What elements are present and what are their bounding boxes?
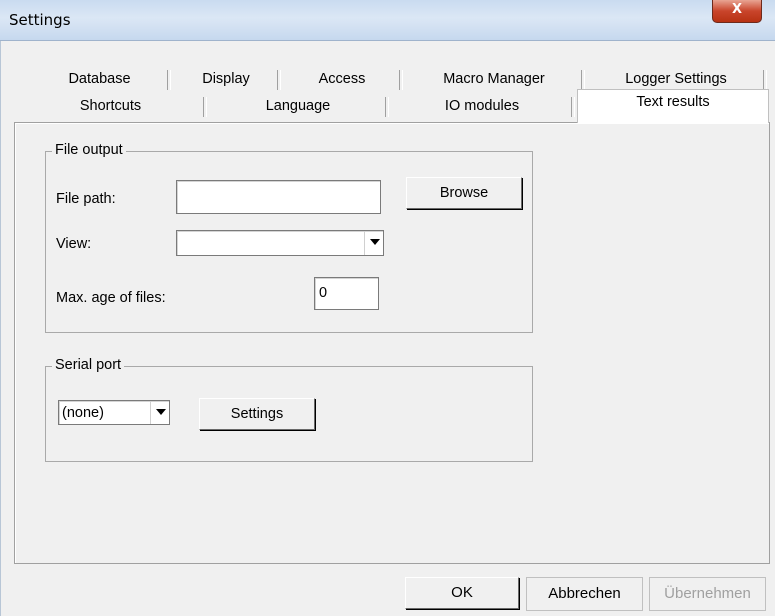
file-path-label: File path: — [56, 191, 116, 207]
dropdown-button[interactable] — [150, 401, 169, 424]
tab-shortcuts[interactable]: Shortcuts — [14, 95, 207, 117]
ok-button[interactable]: OK — [405, 577, 519, 609]
tab-language[interactable]: Language — [207, 95, 389, 117]
view-label: View: — [56, 236, 92, 252]
max-age-value: 0 — [319, 285, 328, 301]
tab-label: Macro Manager — [443, 71, 545, 87]
tab-logger-settings[interactable]: Logger Settings — [585, 68, 767, 90]
tab-panel: File output File path: Browse View: Max.… — [14, 122, 770, 564]
dropdown-button[interactable] — [364, 231, 383, 255]
cancel-button[interactable]: Abbrechen — [526, 577, 643, 611]
tab-label: Database — [68, 71, 131, 87]
tab-label: Logger Settings — [625, 71, 727, 87]
title-bar: Settings X — [0, 0, 775, 41]
tab-text-results[interactable]: Text results — [577, 89, 769, 123]
file-path-input[interactable] — [176, 180, 381, 214]
ok-label: OK — [451, 584, 473, 601]
apply-button[interactable]: Übernehmen — [649, 577, 766, 611]
serial-port-value: (none) — [62, 405, 104, 421]
tab-label: Text results — [636, 94, 710, 110]
tab-label: Access — [318, 71, 366, 87]
max-age-label: Max. age of files: — [56, 290, 166, 306]
cancel-label: Abbrechen — [548, 585, 621, 602]
tab-io-modules[interactable]: IO modules — [389, 95, 575, 117]
tab-display[interactable]: Display — [171, 68, 281, 90]
group-legend: Serial port — [52, 357, 125, 373]
chevron-down-icon — [370, 239, 380, 245]
browse-button-label: Browse — [439, 185, 489, 201]
tab-macro-manager[interactable]: Macro Manager — [403, 68, 585, 90]
tab-label: Display — [202, 71, 250, 87]
settings-window: Database Display Access Macro Manager Lo… — [0, 41, 774, 616]
tab-label: IO modules — [444, 98, 520, 114]
chevron-down-icon — [156, 409, 166, 415]
max-age-input[interactable]: 0 — [314, 277, 379, 310]
serial-port-dropdown[interactable]: (none) — [58, 400, 170, 425]
serial-settings-button[interactable]: Settings — [199, 398, 315, 430]
browse-button[interactable]: Browse — [406, 177, 522, 209]
tab-label: Language — [265, 98, 331, 114]
close-button[interactable]: X — [712, 0, 762, 23]
tab-access[interactable]: Access — [281, 68, 403, 90]
serial-settings-label: Settings — [230, 406, 284, 422]
view-dropdown[interactable] — [176, 230, 384, 256]
apply-label: Übernehmen — [664, 585, 751, 602]
window-title: Settings — [9, 11, 71, 29]
close-icon: X — [731, 2, 743, 17]
tab-label: Shortcuts — [79, 98, 142, 114]
group-legend: File output — [52, 142, 126, 158]
tab-database[interactable]: Database — [28, 68, 171, 90]
